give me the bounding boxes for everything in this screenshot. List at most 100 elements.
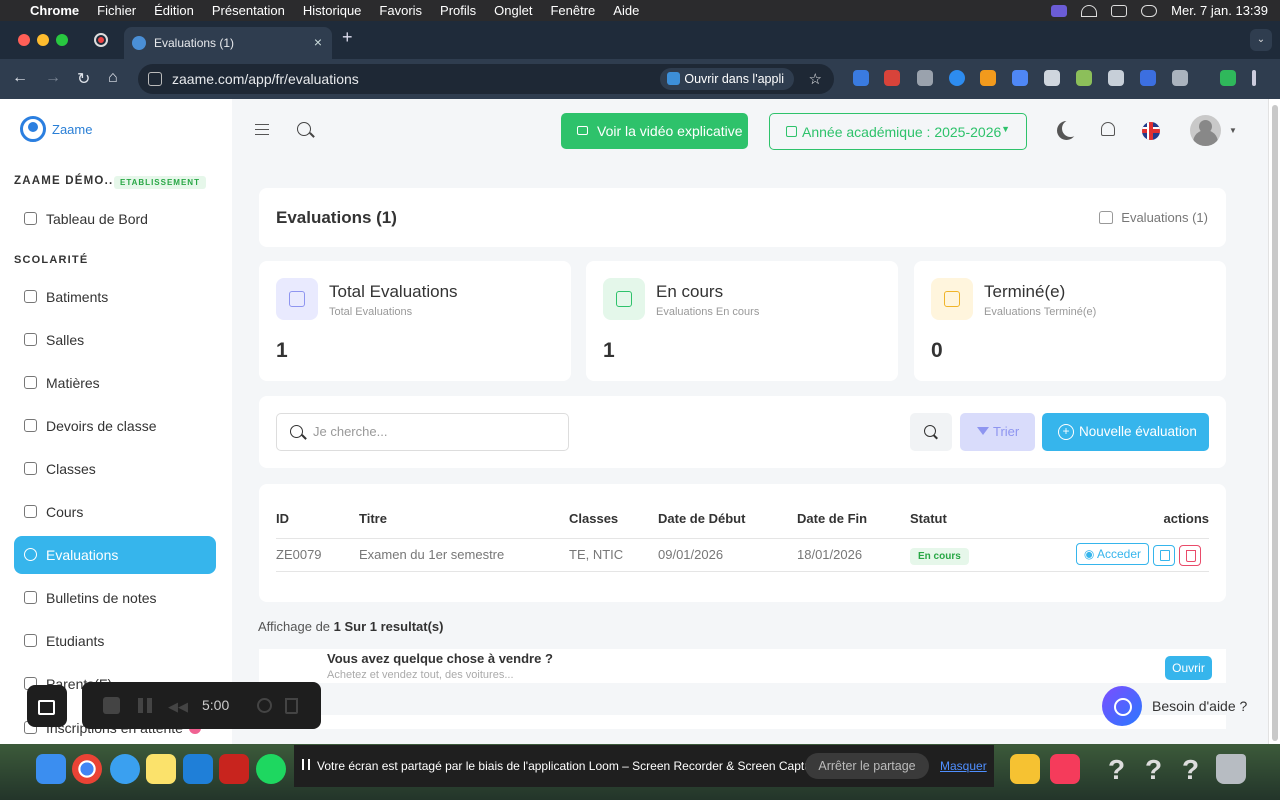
forward-icon[interactable]: → — [45, 69, 61, 87]
window-close-button[interactable] — [18, 34, 30, 46]
menu-presentation[interactable]: Présentation — [212, 3, 285, 18]
rewind-icon[interactable]: ◀◀ — [168, 699, 188, 715]
zaame-logo[interactable]: Zaame — [20, 116, 92, 142]
menu-fenetre[interactable]: Fenêtre — [550, 3, 595, 18]
column-header-end-date[interactable]: Date de Fin — [797, 500, 910, 539]
sidebar-item-matieres[interactable]: Matières — [14, 364, 216, 402]
loom-camera-toggle-button[interactable] — [27, 685, 67, 727]
open-in-app-button[interactable]: Ouvrir dans l'appli — [660, 68, 794, 90]
url-text[interactable]: zaame.com/app/fr/evaluations — [172, 71, 359, 87]
dark-mode-moon-icon[interactable] — [1062, 120, 1079, 137]
extension-icon[interactable] — [853, 70, 869, 86]
spotify-icon[interactable] — [256, 754, 286, 784]
vscode-icon[interactable] — [183, 754, 213, 784]
stop-recording-icon[interactable] — [103, 697, 120, 714]
search-input[interactable]: Je cherche... — [276, 413, 569, 451]
page-scrollbar[interactable] — [1268, 99, 1280, 744]
menu-app-name[interactable]: Chrome — [30, 3, 79, 18]
new-evaluation-button[interactable]: Nouvelle évaluation — [1042, 413, 1209, 451]
user-menu-caret-icon[interactable]: ▼ — [1229, 126, 1237, 135]
finder-icon[interactable] — [36, 754, 66, 784]
search-button[interactable] — [910, 413, 952, 451]
profile-extension-icon[interactable] — [1220, 70, 1236, 86]
browser-tab[interactable]: Evaluations (1) × — [124, 27, 332, 59]
pause-share-icon[interactable] — [302, 759, 310, 770]
menu-historique[interactable]: Historique — [303, 3, 362, 18]
reload-icon[interactable]: ↻ — [77, 69, 90, 89]
extension-icon[interactable] — [949, 70, 965, 86]
menu-fichier[interactable]: Fichier — [97, 3, 136, 18]
amazon-extension-icon[interactable] — [980, 70, 996, 86]
sidebar-item-devoirs[interactable]: Devoirs de classe — [14, 407, 216, 445]
chrome-icon[interactable] — [72, 754, 102, 784]
extension-icon[interactable] — [884, 70, 900, 86]
control-center-icon[interactable] — [1141, 4, 1158, 17]
menu-profils[interactable]: Profils — [440, 3, 476, 18]
column-header-classes[interactable]: Classes — [569, 500, 658, 539]
search-icon[interactable] — [297, 122, 311, 136]
sidebar-item-salles[interactable]: Salles — [14, 321, 216, 359]
sidebar-item-batiments[interactable]: Batiments — [14, 278, 216, 316]
music-icon[interactable] — [1050, 754, 1080, 784]
battery-icon[interactable] — [1111, 4, 1128, 17]
sidebar-item-dashboard[interactable]: Tableau de Bord — [14, 200, 216, 238]
tab-close-icon[interactable]: × — [314, 34, 322, 50]
extension-icon[interactable] — [1012, 70, 1028, 86]
window-zoom-button[interactable] — [56, 34, 68, 46]
sidebar-item-etudiants[interactable]: Etudiants — [14, 622, 216, 660]
sidebar-item-cours[interactable]: Cours — [14, 493, 216, 531]
scrollbar-thumb[interactable] — [1272, 105, 1278, 741]
help-chat-widget[interactable]: Besoin d'aide ? — [1102, 686, 1247, 726]
academic-year-select[interactable]: Année académique : 2025-2026 ▼ — [769, 113, 1027, 150]
pause-icon[interactable] — [138, 698, 152, 713]
browser-menu-icon[interactable] — [1252, 70, 1256, 86]
recording-icon[interactable] — [94, 33, 108, 47]
extension-icon[interactable] — [1076, 70, 1092, 86]
camera-extension-icon[interactable] — [917, 70, 933, 86]
app-icon[interactable] — [1010, 754, 1040, 784]
filezilla-icon[interactable] — [219, 754, 249, 784]
delete-icon[interactable] — [1179, 544, 1201, 566]
menu-toggle-icon[interactable] — [255, 124, 269, 135]
extension-icon[interactable] — [1044, 70, 1060, 86]
extension-icon[interactable] — [1140, 70, 1156, 86]
unknown-app-icon[interactable]: ? — [1108, 754, 1125, 786]
extension-icon[interactable] — [1108, 70, 1124, 86]
edit-icon[interactable] — [1153, 544, 1175, 566]
notification-bell-icon[interactable] — [1101, 122, 1115, 136]
sidebar-item-classes[interactable]: Classes — [14, 450, 216, 488]
column-header-id[interactable]: ID — [276, 500, 359, 539]
unknown-app-icon[interactable]: ? — [1182, 754, 1199, 786]
menu-edition[interactable]: Édition — [154, 3, 194, 18]
promo-open-button[interactable]: Ouvrir — [1165, 656, 1212, 680]
menu-favoris[interactable]: Favoris — [379, 3, 422, 18]
table-row[interactable]: ZE0079 Examen du 1er semestre TE, NTIC 0… — [276, 538, 1209, 572]
explainer-video-button[interactable]: Voir la vidéo explicative — [561, 113, 748, 149]
bookmark-star-icon[interactable]: ☆ — [809, 70, 822, 88]
column-header-title[interactable]: Titre — [359, 500, 569, 539]
help-label[interactable]: Besoin d'aide ? — [1152, 698, 1247, 714]
safari-icon[interactable] — [110, 754, 140, 784]
new-tab-icon[interactable]: + — [342, 27, 353, 48]
window-minimize-button[interactable] — [37, 34, 49, 46]
sidebar-item-evaluations[interactable]: Evaluations — [14, 536, 216, 574]
menu-aide[interactable]: Aide — [613, 3, 639, 18]
restart-icon[interactable] — [257, 698, 272, 713]
column-header-start-date[interactable]: Date de Début — [658, 500, 797, 539]
unknown-app-icon[interactable]: ? — [1145, 754, 1162, 786]
column-header-status[interactable]: Statut — [910, 500, 1030, 539]
notes-icon[interactable] — [146, 754, 176, 784]
address-bar[interactable]: zaame.com/app/fr/evaluations Ouvrir dans… — [138, 64, 834, 94]
user-avatar[interactable] — [1190, 115, 1221, 146]
menu-onglet[interactable]: Onglet — [494, 3, 532, 18]
sidebar-item-bulletins[interactable]: Bulletins de notes — [14, 579, 216, 617]
menu-clock[interactable]: Mer. 7 jan. 13:39 — [1171, 3, 1268, 18]
breadcrumb-home-icon[interactable] — [1099, 211, 1114, 224]
trash-bin-icon[interactable] — [1216, 754, 1246, 784]
sort-button[interactable]: Trier — [960, 413, 1035, 451]
wifi-icon[interactable] — [1081, 4, 1098, 17]
back-icon[interactable]: ← — [12, 69, 28, 87]
hide-banner-link[interactable]: Masquer — [940, 759, 987, 773]
access-button[interactable]: ◉ Acceder — [1075, 543, 1149, 566]
stop-sharing-button[interactable]: Arrêter le partage — [805, 753, 929, 779]
